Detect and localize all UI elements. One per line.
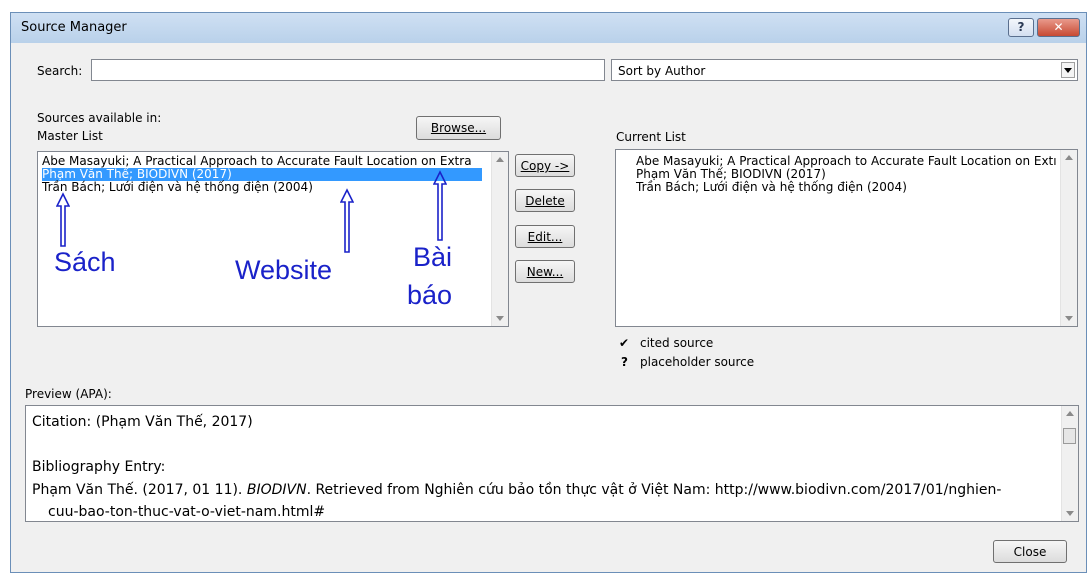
preview-box: Citation: (Phạm Văn Thế, 2017) Bibliogra… xyxy=(25,405,1079,522)
edit-button[interactable]: Edit... xyxy=(515,225,575,248)
preview-bibliography-heading: Bibliography Entry: xyxy=(32,459,166,475)
entry-title: BIODIVN xyxy=(246,482,307,498)
edit-button-label: Edit... xyxy=(527,230,563,244)
window-close-button[interactable]: ✕ xyxy=(1037,18,1080,37)
close-button-label: Close xyxy=(1013,545,1047,559)
annotation-sach: Sách xyxy=(54,247,116,277)
scroll-up-icon[interactable] xyxy=(1065,155,1073,160)
copy-button[interactable]: Copy -> xyxy=(515,154,575,177)
scroll-up-icon[interactable] xyxy=(1066,411,1074,416)
search-label: Search: xyxy=(37,64,83,78)
close-button[interactable]: Close xyxy=(993,540,1067,563)
scroll-thumb[interactable] xyxy=(1063,428,1076,444)
annotation-arrow-icon xyxy=(56,192,70,247)
browse-button[interactable]: Browse... xyxy=(416,116,501,140)
annotation-bai: Bài xyxy=(413,242,453,272)
annotation-bao: báo xyxy=(407,280,453,310)
current-list-item[interactable]: Trần Bách; Lưới điện và hệ thống điện (2… xyxy=(636,181,907,194)
sort-select-value: Sort by Author xyxy=(618,64,706,78)
scroll-down-icon[interactable] xyxy=(1066,511,1074,516)
scroll-down-icon[interactable] xyxy=(1065,316,1073,321)
entry-rest: . Retrieved from Nghiên cứu bảo tồn thực… xyxy=(306,482,1002,498)
dropdown-arrow-icon[interactable] xyxy=(1061,62,1075,78)
current-list-scrollbar[interactable] xyxy=(1060,150,1077,326)
browse-button-label: Browse... xyxy=(430,121,487,135)
sources-available-label: Sources available in: xyxy=(37,111,162,125)
current-list-label: Current List xyxy=(616,130,686,144)
preview-bibliography-entry: Phạm Văn Thế. (2017, 01 11). BIODIVN. Re… xyxy=(32,482,1001,498)
annotation-website: Website xyxy=(235,255,333,285)
preview-citation: Citation: (Phạm Văn Thế, 2017) xyxy=(32,414,253,430)
annotation-arrow-icon xyxy=(433,170,447,241)
window-title: Source Manager xyxy=(21,20,127,35)
source-manager-dialog: Source Manager ? ✕ Search: Sort by Autho… xyxy=(10,12,1087,573)
search-input[interactable] xyxy=(91,59,605,81)
question-icon: ? xyxy=(621,355,628,369)
check-icon: ✔ xyxy=(619,336,630,350)
delete-button[interactable]: Delete xyxy=(515,189,575,212)
title-bar: Source Manager ? ✕ xyxy=(11,13,1086,43)
placeholder-source-label: placeholder source xyxy=(640,355,755,369)
master-list-label: Master List xyxy=(37,129,103,143)
annotation-arrow-icon xyxy=(340,188,354,253)
sort-select[interactable]: Sort by Author xyxy=(611,59,1078,81)
new-button-label: New... xyxy=(526,265,564,279)
scroll-down-icon[interactable] xyxy=(496,316,504,321)
master-list-scrollbar[interactable] xyxy=(491,152,508,326)
copy-button-label: Copy -> xyxy=(520,159,570,173)
entry-author: Phạm Văn Thế. (2017, 01 11). xyxy=(32,482,247,498)
preview-scrollbar[interactable] xyxy=(1061,406,1078,521)
preview-label: Preview (APA): xyxy=(25,387,112,401)
new-button[interactable]: New... xyxy=(515,260,575,283)
cited-source-label: cited source xyxy=(640,336,714,350)
help-button[interactable]: ? xyxy=(1008,18,1034,37)
preview-bibliography-entry-cont: cuu-bao-ton-thuc-vat-o-viet-nam.html# xyxy=(48,504,326,520)
scroll-up-icon[interactable] xyxy=(496,157,504,162)
master-list[interactable]: Abe Masayuki; A Practical Approach to Ac… xyxy=(37,151,509,327)
current-list[interactable]: Abe Masayuki; A Practical Approach to Ac… xyxy=(615,149,1078,327)
master-list-item[interactable]: Trần Bách; Lưới điện và hệ thống điện (2… xyxy=(42,181,313,194)
delete-button-label: Delete xyxy=(525,194,565,208)
